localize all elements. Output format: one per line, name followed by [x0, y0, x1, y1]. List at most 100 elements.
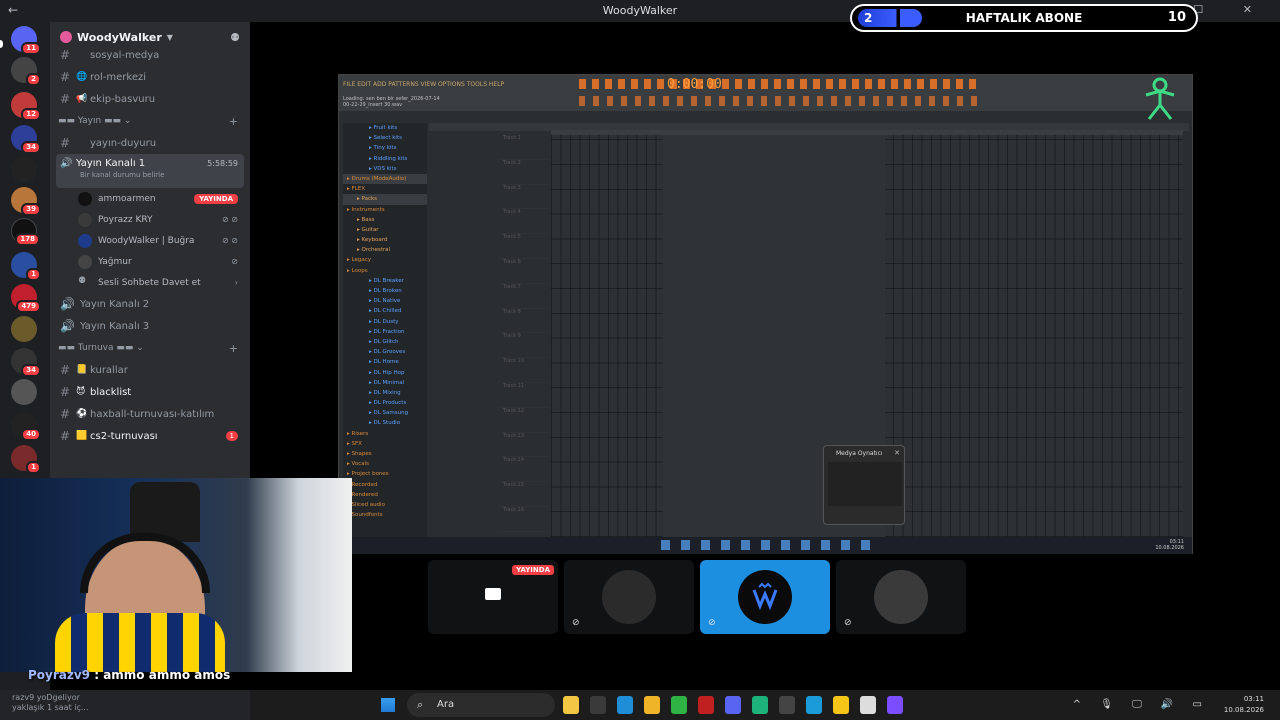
server-badge: 1	[26, 461, 41, 474]
browser-item: ▸ DL Mixing	[369, 389, 401, 396]
streamer-jersey	[55, 613, 225, 672]
track-header: Track 16	[499, 507, 549, 532]
taskbar-app-icon[interactable]	[779, 696, 795, 714]
taskbar-app-icon[interactable]	[698, 696, 714, 714]
channel-status[interactable]: Bir kanal durumu belirle	[60, 171, 244, 179]
server-icon[interactable]	[11, 316, 37, 342]
voice-member[interactable]: Yağmur ⊘	[50, 251, 250, 272]
daw-time-display: 0:00:00	[667, 77, 722, 92]
subscriber-goal-overlay: 2 HAFTALIK ABONE 10	[850, 4, 1198, 32]
server-icon[interactable]: 178	[11, 218, 40, 246]
taskbar-app-icon[interactable]	[563, 696, 579, 714]
channel-item[interactable]: # 📒 kurallar	[50, 359, 250, 381]
server-icon[interactable]: 39	[11, 187, 41, 216]
category-yayin[interactable]: ▬▬ Yayın ▬▬ ⌄ +	[50, 110, 250, 132]
media-player-popup[interactable]: Medya Oynatıcı ✕	[823, 445, 905, 525]
deafen-icon: ⊘	[708, 618, 716, 628]
category-turnuva[interactable]: ▬▬ Turnuva ▬▬ ⌄ +	[50, 337, 250, 359]
browser-item: ▸ Select kits	[369, 135, 402, 142]
windows-start-icon[interactable]	[380, 697, 396, 713]
server-badge: 178	[15, 233, 40, 246]
channel-item[interactable]: # sosyal-medya	[50, 44, 250, 66]
add-channel-icon[interactable]: +	[229, 115, 238, 128]
taskbar-app-icon[interactable]	[590, 696, 606, 714]
server-icon[interactable]	[11, 156, 37, 182]
channel-name: kurallar	[90, 364, 128, 376]
user-status-line: razv9 yoDgeliyor	[12, 693, 80, 702]
hash-icon: #	[60, 429, 71, 443]
server-icon[interactable]: 1	[11, 252, 41, 281]
chat-text: : ammo ammo amos	[90, 668, 231, 682]
server-icon[interactable]: 479	[11, 284, 41, 313]
server-icon[interactable]: 1	[11, 445, 41, 474]
daw-browser: ▸ Fruit kits ▸ Select kits ▸ Tiny kits ▸ Ri…	[343, 123, 427, 539]
server-icon[interactable]: 40	[11, 412, 41, 441]
server-icon[interactable]: 12	[11, 92, 41, 121]
channel-item[interactable]: # yayın-duyuru	[50, 132, 250, 154]
add-user-icon[interactable]: ⚉	[230, 31, 240, 44]
voice-channel[interactable]: 🔊 Yayın Kanalı 3	[50, 315, 250, 337]
taskbar-app-icon[interactable]	[833, 696, 849, 714]
live-badge: YAYINDA	[194, 193, 238, 204]
taskbar-app-icon[interactable]	[617, 696, 633, 714]
track-header: Track 15	[499, 482, 549, 507]
crown-w-logo-icon	[752, 582, 778, 611]
daw-track-headers: Track 1 Track 2 Track 3 Track 4 Track 5 Track…	[499, 135, 549, 540]
taskbar-app-icon[interactable]	[644, 696, 660, 714]
search-box[interactable]: ⌕ Ara	[407, 693, 555, 717]
voice-channel[interactable]: 🔊 Yayın Kanalı 2	[50, 293, 250, 315]
browser-item: ▸ VDS kits	[369, 165, 397, 172]
webcam-overlay	[0, 478, 352, 672]
hash-icon: #	[60, 363, 71, 377]
unread-badge: 1	[225, 431, 238, 441]
close-icon[interactable]: ✕	[894, 449, 900, 457]
taskbar-app-icon[interactable]	[887, 696, 903, 714]
taskbar-app-icon[interactable]	[725, 696, 741, 714]
invite-to-voice[interactable]: ⚉ Sesli Sohbete Davet et ›	[50, 272, 250, 293]
user-status-bar: razv9 yoDgeliyor yaklaşık 1 saat iç...	[0, 690, 250, 720]
participant-tile-stream[interactable]: YAYINDA	[428, 560, 558, 634]
clock-date: 10.08.2026	[1223, 706, 1264, 714]
chevron-down-icon: ▼	[166, 32, 173, 42]
voice-channel-name: Yayın Kanalı 1	[76, 158, 146, 169]
voice-member[interactable]: ammoarmen YAYINDA	[50, 188, 250, 209]
channel-item[interactable]: # 🌐 rol-merkezi	[50, 66, 250, 88]
channel-item[interactable]: # 📢 ekip-basvuru	[50, 88, 250, 110]
taskbar-app-icon[interactable]	[806, 696, 822, 714]
browser-item: ▸ Riddling kits	[369, 155, 408, 162]
server-home-icon[interactable]: 11	[11, 26, 41, 55]
channel-emoji: 📒	[76, 365, 88, 375]
member-name: ammoarmen	[98, 193, 156, 204]
server-icon[interactable]	[11, 379, 37, 405]
server-icon[interactable]: 34	[11, 348, 41, 377]
search-placeholder: Ara	[437, 699, 455, 710]
browser-item: ▸ DL Breaker	[369, 277, 404, 284]
browser-item: ▸ Bass	[357, 216, 375, 223]
taskbar-app-icon[interactable]	[671, 696, 687, 714]
voice-member[interactable]: Poyrazz KRY ⊘ ⊘	[50, 209, 250, 230]
voice-channel-name: Yayın Kanalı 3	[80, 320, 150, 332]
browser-item: ▸ Loops	[347, 267, 368, 274]
daw-toolbar: FILE EDIT ADD PATTERNS VIEW OPTIONS TOOL…	[339, 75, 1192, 111]
channel-item[interactable]: # 🟨 cs2-turnuvası 1	[50, 425, 250, 447]
screen-share-stream[interactable]: FILE EDIT ADD PATTERNS VIEW OPTIONS TOOL…	[338, 74, 1193, 554]
voice-channel-active[interactable]: 🔊 Yayın Kanalı 1 5:58:59 Bir kanal durum…	[56, 154, 244, 188]
browser-item: ▸ Keyboard	[357, 237, 388, 244]
channel-item[interactable]: # 😈 blacklist	[50, 381, 250, 403]
voice-member[interactable]: WoodyWalker | Buğra ⊘ ⊘	[50, 230, 250, 251]
server-badge: 34	[21, 364, 41, 377]
server-badge: 39	[21, 203, 41, 216]
server-icon[interactable]: 2	[11, 57, 41, 86]
participant-tile[interactable]: ⊘	[564, 560, 694, 634]
chat-overlay-message: Poyrazv9 : ammo ammo amos	[28, 668, 230, 682]
add-channel-icon[interactable]: +	[229, 342, 238, 355]
taskbar-app-icon[interactable]	[752, 696, 768, 714]
taskbar-clock[interactable]: 03:11 10.08.2026	[1224, 694, 1264, 716]
channel-item[interactable]: # ⚽ haxball-turnuvası-katılım	[50, 403, 250, 425]
participant-tile[interactable]: ⊘	[836, 560, 966, 634]
system-tray[interactable]: ^ 🎙 🖵 🔊 ▭	[1073, 699, 1210, 710]
server-icon[interactable]: 34	[11, 125, 41, 154]
taskbar-app-icon[interactable]	[860, 696, 876, 714]
track-header: Track 14	[499, 457, 549, 483]
participant-tile-speaking[interactable]: ⊘	[700, 560, 830, 634]
